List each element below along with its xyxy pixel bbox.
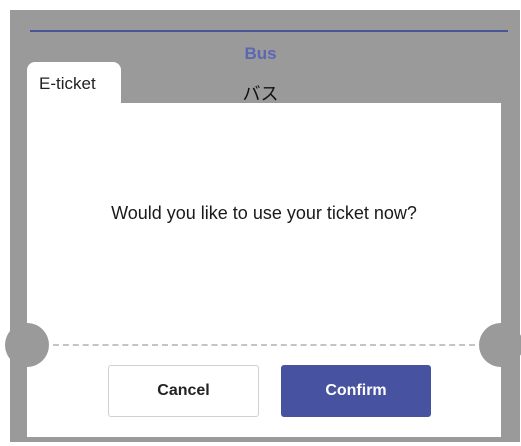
- confirm-message: Would you like to use your ticket now?: [111, 203, 417, 223]
- page-title: Bus: [244, 44, 277, 63]
- header-divider: [30, 30, 508, 32]
- confirm-button[interactable]: Confirm: [281, 365, 431, 417]
- ticket-confirm-dialog: Would you like to use your ticket now? C…: [5, 103, 521, 437]
- ticket-notch-right: [479, 323, 521, 367]
- perforation-divider: [53, 344, 475, 346]
- ticket-notch-left: [5, 323, 49, 367]
- cancel-button[interactable]: Cancel: [108, 365, 259, 417]
- page: Bus バス E-ticket Would you like to use yo…: [0, 0, 521, 446]
